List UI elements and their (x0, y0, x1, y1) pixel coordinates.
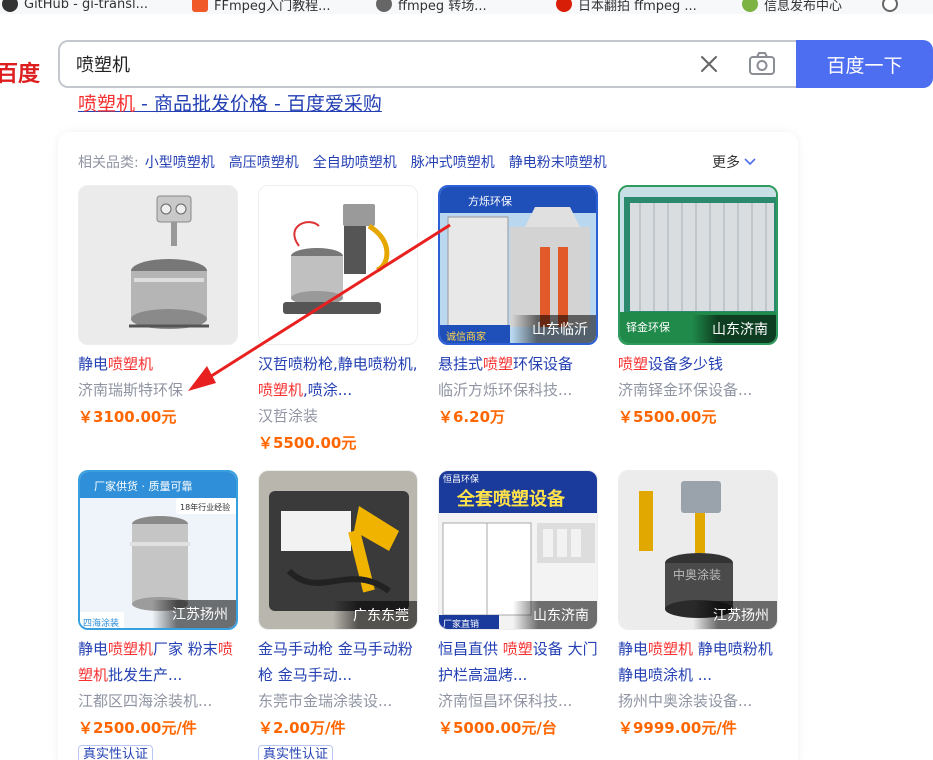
p8-watermark-text: 中奥涂装 (673, 567, 721, 582)
product-image[interactable]: 恒昌环保 全套喷塑设备 厂家直销 山东济南 (438, 470, 598, 630)
p4-side-text: 铎金环保 (626, 320, 670, 334)
bookmark-ffmpeg-transition[interactable]: ffmpeg 转场... (376, 0, 487, 14)
location-tag: 江苏扬州 (152, 600, 236, 628)
p7-banner-text: 全套喷塑设备 (456, 488, 566, 510)
camera-icon[interactable] (748, 52, 776, 76)
result-title-link[interactable]: 喷塑机 - 商品批发价格 - 百度爱采购 (78, 94, 382, 118)
product-price: ￥5000.00元/台 (438, 719, 557, 737)
weibo-icon (556, 0, 572, 12)
p5-years-text: 18年行业经验 (180, 502, 230, 512)
product-price: ￥2.00万/件 (258, 719, 346, 737)
p7-top-text: 恒昌环保 (443, 473, 479, 485)
category-link[interactable]: 脉冲式喷塑机 (411, 152, 495, 172)
leaf-icon (742, 0, 758, 12)
location-tag: 山东济南 (513, 601, 597, 629)
product-image[interactable]: 厂家供货 · 质量可靠 18年行业经验 四海涂装 江苏扬州 (78, 470, 238, 630)
product-item[interactable]: 汉哲喷粉枪,静电喷粉机,喷塑机,喷涂... 汉哲涂装 ￥5500.00元 (258, 185, 418, 456)
product-image[interactable]: 广东东莞 (258, 470, 418, 630)
verified-badge: 真实性认证 (78, 745, 154, 760)
location-tag: 山东临沂 (512, 315, 596, 343)
location-tag: 山东济南 (692, 315, 776, 343)
product-title[interactable]: 静电喷塑机 (78, 351, 238, 377)
product-shop[interactable]: 东莞市金瑞涂装设... (258, 688, 418, 714)
product-title[interactable]: 悬挂式喷塑环保设备 (438, 351, 598, 377)
product-title[interactable]: 金马手动枪 金马手动粉枪 金马手动... (258, 636, 418, 688)
related-categories: 相关品类: 小型喷塑机 高压喷塑机 全自助喷塑机 脉冲式喷塑机 静电粉末喷塑机 … (78, 152, 778, 172)
product-price: ￥6.20万 (438, 408, 506, 426)
product-item[interactable]: 厂家供货 · 质量可靠 18年行业经验 四海涂装 江苏扬州 静电喷塑机厂家 粉末… (78, 470, 238, 760)
chevron-down-icon (744, 158, 756, 166)
globe-icon (882, 0, 898, 12)
product-image[interactable] (78, 185, 238, 345)
p3-bottom-text: 诚信商家 (446, 330, 486, 343)
product-image[interactable] (258, 185, 418, 345)
search-icon (376, 0, 392, 12)
location-tag: 江苏扬州 (693, 601, 777, 629)
product-card: 相关品类: 小型喷塑机 高压喷塑机 全自助喷塑机 脉冲式喷塑机 静电粉末喷塑机 … (58, 132, 798, 760)
categories-label: 相关品类: (78, 155, 139, 171)
product-title[interactable]: 静电喷塑机厂家 粉末喷塑机批发生产... (78, 636, 238, 688)
product-shop[interactable]: 汉哲涂装 (258, 403, 418, 429)
bookmark-ffmpeg-jp[interactable]: 日本翻拍 ffmpeg ... (556, 0, 697, 14)
category-link[interactable]: 小型喷塑机 (145, 152, 215, 172)
bookmark-ffmpeg-tutorial[interactable]: FFmpeg入门教程... (192, 0, 331, 14)
bookmarks-bar: GitHub - gi-transl... FFmpeg入门教程... ffmp… (0, 0, 933, 14)
clear-icon[interactable] (698, 53, 720, 75)
location-tag: 广东东莞 (333, 601, 417, 629)
search-button[interactable]: 百度一下 (796, 40, 933, 88)
product-shop[interactable]: 江都区四海涂装机... (78, 688, 238, 714)
p3-brand-text: 方烁环保 (468, 194, 512, 208)
product-title[interactable]: 静电喷塑机 静电喷粉机 静电喷涂机 ... (618, 636, 778, 688)
product-price: ￥3100.00元 (78, 408, 177, 426)
p5-corner-text: 四海涂装 (83, 617, 119, 629)
p5-banner-text: 厂家供货 · 质量可靠 (94, 479, 193, 493)
product-price: ￥2500.00元/件 (78, 719, 197, 737)
product-shop[interactable]: 济南瑞斯特环保 (78, 377, 238, 403)
bookmark-info-center[interactable]: 信息发布中心 (742, 0, 842, 14)
product-item[interactable]: 静电喷塑机 济南瑞斯特环保 ￥3100.00元 (78, 185, 238, 430)
category-link[interactable]: 高压喷塑机 (229, 152, 299, 172)
product-shop[interactable]: 济南铎金环保设备... (618, 377, 778, 403)
category-link[interactable]: 静电粉末喷塑机 (509, 152, 607, 172)
product-image[interactable]: 方烁环保 诚信商家 山东临沂 (438, 185, 598, 345)
product-item[interactable]: 恒昌环保 全套喷塑设备 厂家直销 山东济南 恒昌直供 喷塑设备 大门护栏高温烤.… (438, 470, 598, 741)
p7-sub-text: 厂家直销 (443, 618, 479, 630)
product-price: ￥9999.00元/件 (618, 719, 737, 737)
verified-badge: 真实性认证 (258, 745, 334, 760)
result-title-highlight: 喷塑机 (78, 94, 136, 115)
product-price: ￥5500.00元 (618, 408, 717, 426)
csdn-icon (192, 0, 208, 12)
github-icon (2, 0, 18, 12)
category-link[interactable]: 全自助喷塑机 (313, 152, 397, 172)
product-shop[interactable]: 临沂方烁环保科技... (438, 377, 598, 403)
product-image[interactable]: 铎金环保 山东济南 (618, 185, 778, 345)
product-title[interactable]: 恒昌直供 喷塑设备 大门护栏高温烤... (438, 636, 598, 688)
bookmark-globe[interactable] (882, 0, 904, 14)
product-title[interactable]: 汉哲喷粉枪,静电喷粉机,喷塑机,喷涂... (258, 351, 418, 403)
product-item[interactable]: 广东东莞 金马手动枪 金马手动粉枪 金马手动... 东莞市金瑞涂装设... ￥2… (258, 470, 418, 760)
product-shop[interactable]: 扬州中奥涂装设备... (618, 688, 778, 714)
product-item[interactable]: 方烁环保 诚信商家 山东临沂 悬挂式喷塑环保设备 临沂方烁环保科技... ￥6.… (438, 185, 598, 430)
product-item[interactable]: 中奥涂装 江苏扬州 静电喷塑机 静电喷粉机 静电喷涂机 ... 扬州中奥涂装设备… (618, 470, 778, 741)
baidu-logo[interactable]: 百度 (0, 56, 40, 88)
result-title-rest: - 商品批发价格 - 百度爱采购 (135, 94, 382, 115)
product-image[interactable]: 中奥涂装 江苏扬州 (618, 470, 778, 630)
bookmark-github[interactable]: GitHub - gi-transl... (2, 0, 148, 14)
search-box[interactable] (58, 40, 798, 88)
more-categories-button[interactable]: 更多 (712, 152, 756, 172)
product-price: ￥5500.00元 (258, 434, 357, 452)
search-input[interactable] (76, 52, 676, 76)
product-item[interactable]: 铎金环保 山东济南 喷塑设备多少钱 济南铎金环保设备... ￥5500.00元 (618, 185, 778, 430)
product-shop[interactable]: 济南恒昌环保科技... (438, 688, 598, 714)
product-title[interactable]: 喷塑设备多少钱 (618, 351, 778, 377)
